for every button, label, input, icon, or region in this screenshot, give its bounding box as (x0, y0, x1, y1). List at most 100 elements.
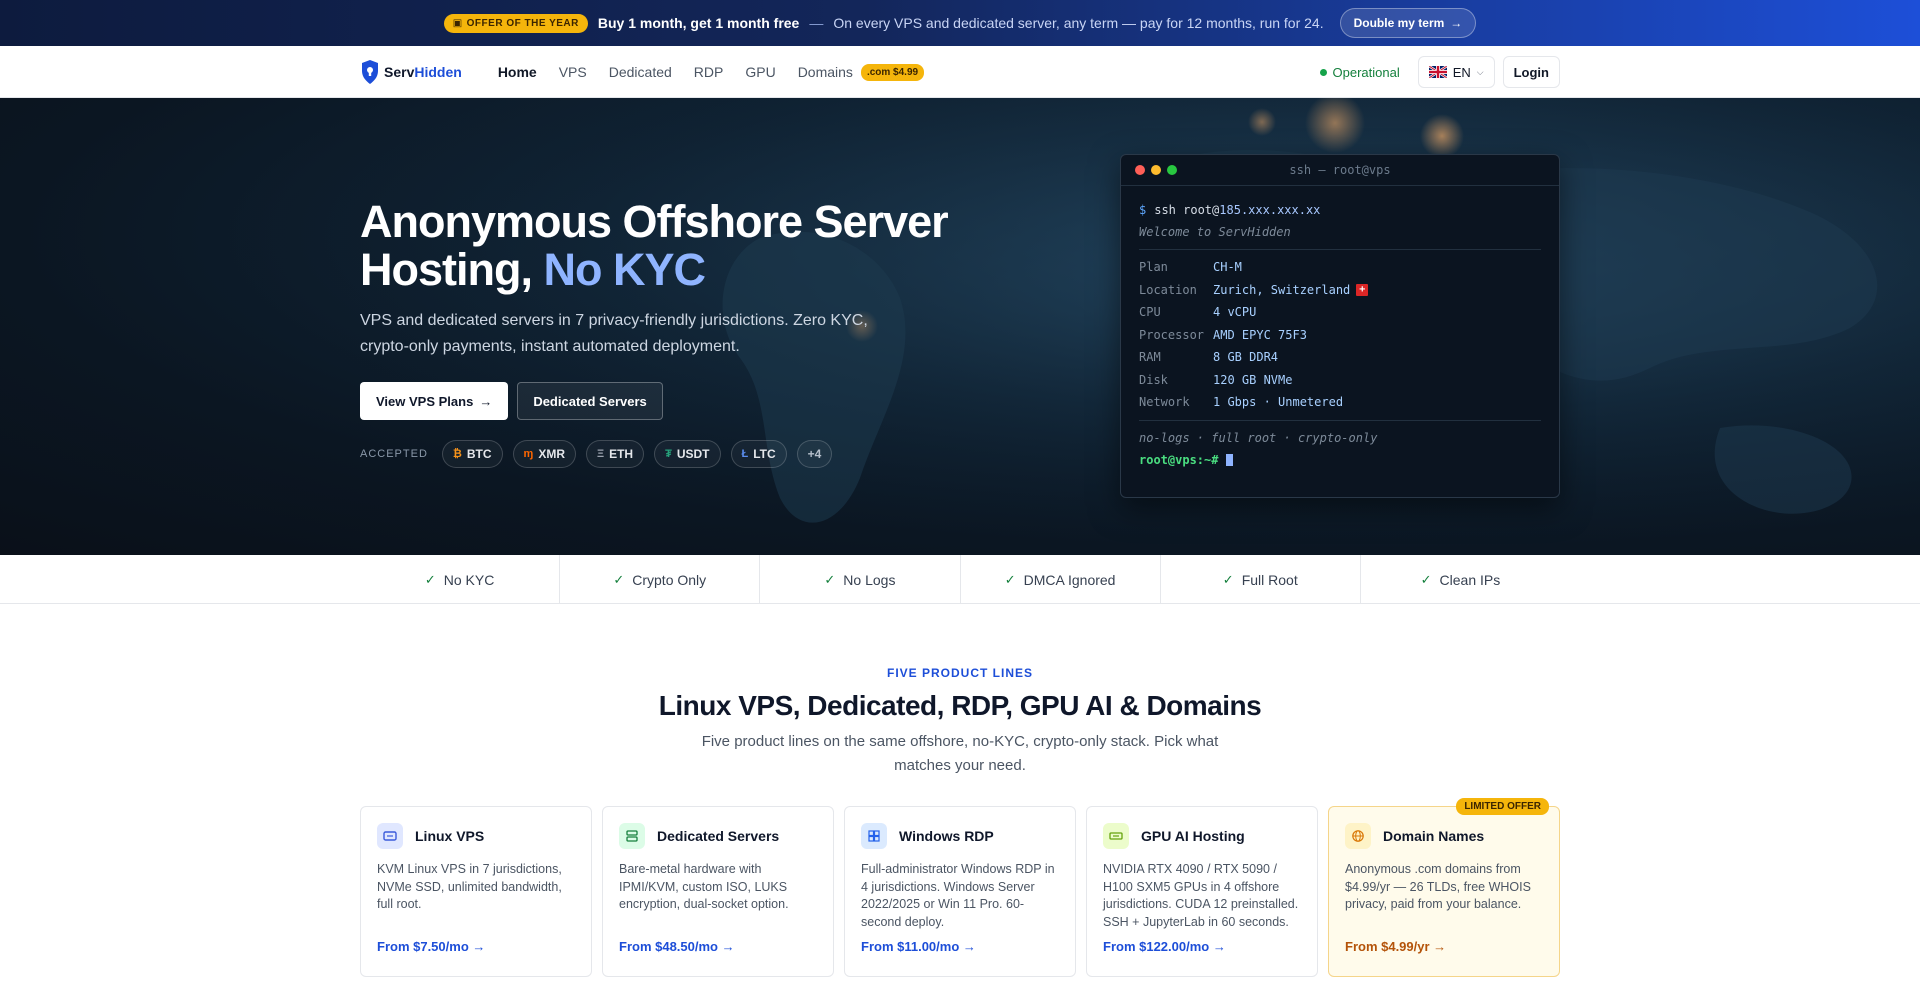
coin-usdt: ₮ USDT (654, 440, 721, 468)
arrow-right-icon: → (479, 393, 493, 409)
view-vps-plans-label: View VPS Plans (376, 393, 474, 409)
double-term-label: Double my term (1353, 16, 1445, 30)
terminal-divider (1139, 419, 1541, 421)
database-icon (619, 823, 645, 849)
btc-icon: ₿ (452, 448, 462, 460)
nav-link-domains[interactable]: Domains (798, 64, 853, 80)
terminal-window: ssh — root@vps $ ssh root@ 185.xxx.xxx.xx… (1120, 154, 1560, 498)
nav-link-dedicated[interactable]: Dedicated (609, 64, 672, 80)
hero-title: Anonymous Offshore Server Hosting, No KY… (360, 198, 960, 294)
feature-label: DMCA Ignored (1023, 571, 1116, 588)
product-cards: Linux VPS KVM Linux VPS in 7 jurisdictio… (360, 798, 1560, 977)
feature-label: Crypto Only (632, 571, 707, 588)
spec-row-disk: Disk 120 GB NVMe (1139, 369, 1541, 392)
card-description: Bare-metal hardware with IPMI/KVM, custo… (619, 862, 789, 911)
terminal-divider (1139, 249, 1541, 250)
offer-badge-label: OFFER OF THE YEAR (466, 17, 579, 29)
globe-icon (1345, 823, 1371, 849)
products-subtitle: Five product lines on the same offshore,… (701, 733, 1219, 774)
card-price-link[interactable]: From $122.00/mo → (1103, 939, 1226, 954)
card-price-link[interactable]: From $48.50/mo → (619, 939, 735, 954)
check-icon: ✓ (824, 571, 836, 587)
card-title: Dedicated Servers (657, 828, 780, 844)
spec-value: 120 GB NVMe (1213, 372, 1293, 387)
status-indicator[interactable]: Operational (1319, 64, 1400, 80)
coin-xmr: ɱ XMR (512, 440, 576, 468)
card-price-link[interactable]: From $4.99/yr → (1345, 939, 1446, 954)
nav-link-home[interactable]: Home (498, 64, 537, 80)
card-title: Domain Names (1383, 828, 1485, 844)
product-card-gpu-ai[interactable]: GPU AI Hosting NVIDIA RTX 4090 / RTX 509… (1086, 806, 1318, 977)
spec-row-plan: Plan CH-M (1139, 256, 1541, 279)
terminal-cursor (1226, 453, 1234, 466)
feature-no-kyc: ✓ No KYC (360, 555, 559, 604)
chevron-down-icon: ⌵ (1476, 66, 1484, 77)
nav-links: Home VPS Dedicated RDP GPU Domains .com … (498, 63, 925, 81)
terminal-prompt: $ (1139, 203, 1147, 217)
spec-key: Location (1139, 282, 1197, 297)
card-description: Full-administrator Windows RDP in 4 juri… (861, 862, 1055, 929)
feature-no-logs: ✓ No Logs (759, 555, 959, 604)
ltc-icon: Ł (741, 448, 749, 460)
language-selector[interactable]: EN ⌵ (1417, 56, 1495, 88)
spec-key: Plan (1139, 260, 1168, 275)
spec-key: RAM (1139, 350, 1161, 365)
nav-link-gpu[interactable]: GPU (745, 64, 775, 80)
card-price-link[interactable]: From $11.00/mo → (861, 939, 976, 954)
coin-label: LTC (753, 447, 776, 461)
swiss-flag-icon: + (1356, 283, 1369, 296)
hero-title-accent: No KYC (543, 244, 706, 295)
terminal-command-line: $ ssh root@ 185.xxx.xxx.xx (1139, 199, 1541, 221)
dedicated-servers-button[interactable]: Dedicated Servers (517, 382, 663, 420)
logo-text: ServHidden (384, 64, 462, 80)
language-label: EN (1452, 64, 1471, 80)
spec-row-ram: RAM 8 GB DDR4 (1139, 346, 1541, 369)
feature-full-root: ✓ Full Root (1159, 555, 1360, 604)
nav-link-rdp[interactable]: RDP (694, 64, 724, 80)
shield-logo-icon (362, 60, 378, 84)
uk-flag-icon (1428, 66, 1447, 78)
promo-dash: — (809, 15, 824, 31)
terminal-host: 185.xxx.xxx.xx (1219, 203, 1321, 217)
coin-eth: Ξ ETH (586, 440, 645, 468)
domain-price-badge[interactable]: .com $4.99 (860, 63, 925, 81)
product-card-windows-rdp[interactable]: Windows RDP Full-administrator Windows R… (844, 806, 1076, 977)
spec-value: AMD EPYC 75F3 (1213, 327, 1307, 342)
spec-value: CH-M (1213, 260, 1242, 275)
product-card-dedicated[interactable]: Dedicated Servers Bare-metal hardware wi… (602, 806, 834, 977)
status-text: Operational (1332, 64, 1400, 80)
promo-text: On every VPS and dedicated server, any t… (833, 15, 1324, 31)
product-card-domains[interactable]: LIMITED OFFER Domain Names Anonymous .co… (1328, 798, 1560, 977)
logo-text-main: Serv (384, 64, 415, 80)
hero-section: Anonymous Offshore Server Hosting, No KY… (0, 98, 1920, 555)
arrow-right-icon: → (1450, 16, 1463, 30)
gift-icon: ▣ (452, 17, 463, 29)
check-icon: ✓ (1420, 571, 1432, 587)
limited-offer-badge: LIMITED OFFER (1456, 798, 1549, 815)
card-description: KVM Linux VPS in 7 jurisdictions, NVMe S… (377, 862, 562, 911)
spec-value: 1 Gbps · Unmetered (1213, 395, 1344, 410)
check-icon: ✓ (1222, 571, 1234, 587)
more-coins-badge[interactable]: +4 (796, 440, 833, 468)
windows-icon (861, 823, 887, 849)
logo[interactable]: ServHidden (360, 59, 462, 85)
top-navigation: ServHidden Home VPS Dedicated RDP GPU Do… (0, 46, 1920, 98)
usdt-icon: ₮ (665, 448, 672, 460)
card-price-link[interactable]: From $7.50/mo → (377, 939, 485, 954)
check-icon: ✓ (613, 571, 625, 587)
accepted-payments: ACCEPTED ₿ BTC ɱ XMR Ξ ETH ₮ USDT Ł LTC +4 (360, 440, 960, 468)
promo-headline: Buy 1 month, get 1 month free (597, 15, 800, 31)
view-vps-plans-button[interactable]: View VPS Plans → (360, 382, 509, 420)
card-title: Linux VPS (415, 828, 485, 844)
spec-key: Disk (1139, 372, 1168, 387)
nav-link-vps[interactable]: VPS (559, 64, 587, 80)
spec-row-location: Location Zurich, Switzerland + (1139, 279, 1541, 302)
product-card-linux-vps[interactable]: Linux VPS KVM Linux VPS in 7 jurisdictio… (360, 806, 592, 977)
feature-label: No KYC (443, 571, 495, 588)
server-icon (377, 823, 403, 849)
hero-content: Anonymous Offshore Server Hosting, No KY… (360, 198, 960, 468)
double-term-button[interactable]: Double my term → (1339, 8, 1477, 38)
login-button[interactable]: Login (1502, 56, 1560, 88)
feature-clean-ips: ✓ Clean IPs (1359, 555, 1560, 604)
terminal-footer: no-logs · full root · crypto-only (1139, 430, 1378, 445)
